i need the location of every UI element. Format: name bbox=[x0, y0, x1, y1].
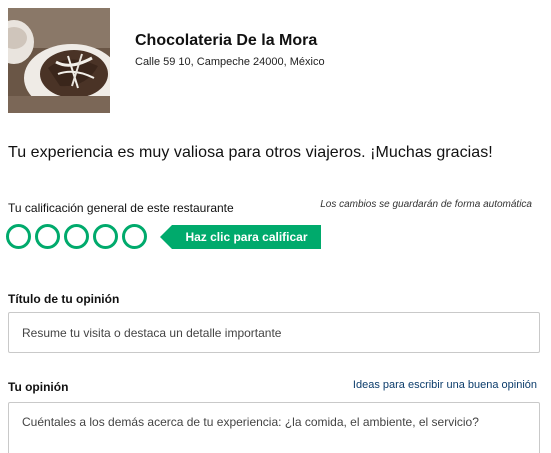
review-body-input[interactable] bbox=[8, 402, 540, 453]
restaurant-header: Chocolateria De la Mora Calle 59 10, Cam… bbox=[8, 8, 548, 114]
review-title-input[interactable] bbox=[8, 312, 540, 353]
autosave-note: Los cambios se guardarán de forma automá… bbox=[320, 199, 532, 210]
rating-bubble-4[interactable] bbox=[93, 224, 118, 249]
review-body-label: Tu opinión bbox=[8, 380, 69, 394]
restaurant-name[interactable]: Chocolateria De la Mora bbox=[135, 32, 317, 50]
review-title-label: Título de tu opinión bbox=[8, 292, 120, 306]
restaurant-address: Calle 59 10, Campeche 24000, México bbox=[135, 56, 325, 68]
food-photo-image bbox=[8, 8, 110, 113]
rate-prompt-tag: Haz clic para calificar bbox=[160, 225, 321, 249]
writing-tips-link[interactable]: Ideas para escribir una buena opinión bbox=[353, 379, 537, 391]
rate-prompt-label: Haz clic para calificar bbox=[172, 225, 321, 249]
rating-bubble-3[interactable] bbox=[64, 224, 89, 249]
rating-bubble-1[interactable] bbox=[6, 224, 31, 249]
rating-label: Tu calificación general de este restaura… bbox=[8, 201, 234, 215]
rating-bubble-5[interactable] bbox=[122, 224, 147, 249]
restaurant-photo[interactable] bbox=[8, 8, 110, 113]
thanks-message: Tu experiencia es muy valiosa para otros… bbox=[8, 144, 493, 161]
rating-bubble-2[interactable] bbox=[35, 224, 60, 249]
tag-arrow-icon bbox=[160, 225, 172, 249]
rating-bubbles bbox=[6, 224, 147, 250]
